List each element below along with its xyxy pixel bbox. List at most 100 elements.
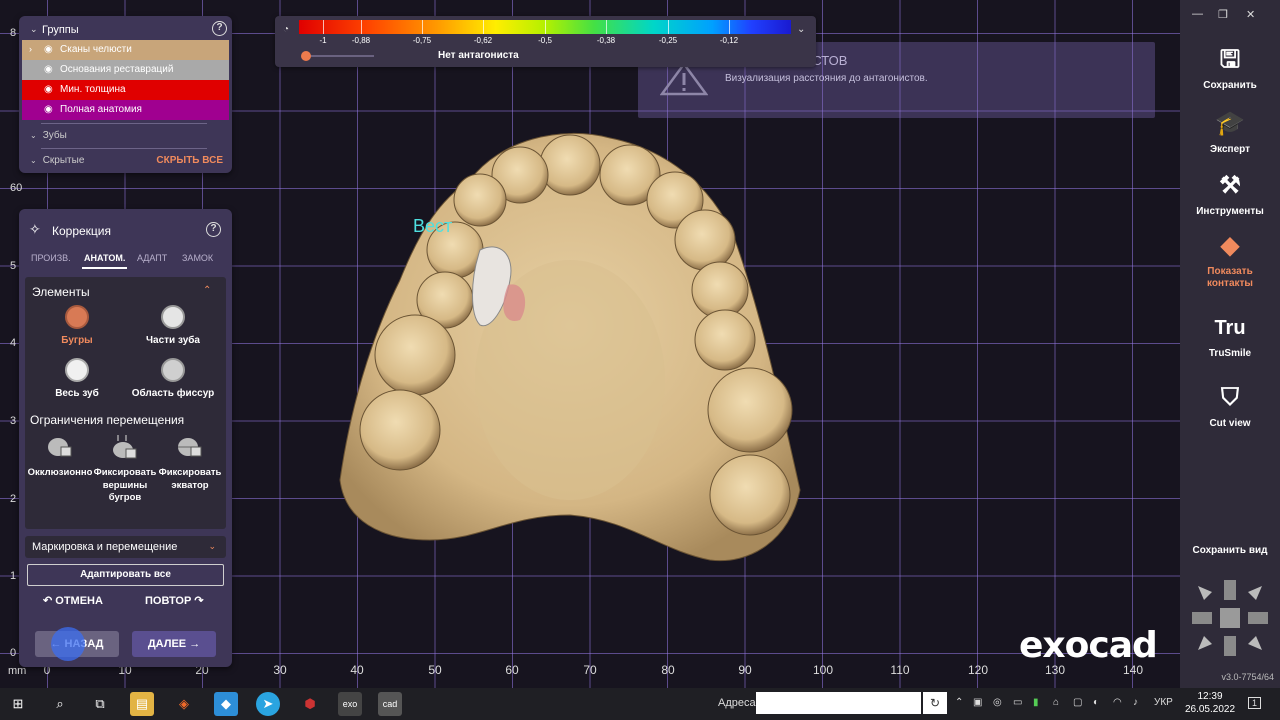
task-view-icon[interactable]: ⧉ bbox=[88, 692, 112, 716]
eye-icon[interactable]: ◉ bbox=[44, 84, 53, 95]
redo-button[interactable]: ПОВТОР ↷ bbox=[145, 594, 204, 607]
element-tooth-parts[interactable]: Части зуба bbox=[128, 305, 218, 346]
cusp-tips-lock-icon bbox=[112, 435, 138, 459]
windows-start-icon[interactable]: ⊞ bbox=[6, 692, 30, 716]
wifi-icon[interactable]: ◠ bbox=[1113, 697, 1122, 708]
tab-adapt[interactable]: АДАПТ bbox=[137, 253, 167, 263]
save-label: Сохранить bbox=[1203, 80, 1257, 91]
cut-view-button[interactable]: ⛉ Cut view bbox=[1180, 384, 1280, 429]
eye-icon[interactable]: ◉ bbox=[44, 64, 53, 75]
groups-panel: ⌄ Группы ? › ◉ Сканы челюсти ◉ Основания… bbox=[19, 16, 232, 173]
marking-section[interactable]: Маркировка и перемещение ⌄ bbox=[25, 536, 226, 558]
language-indicator[interactable]: УКР bbox=[1154, 697, 1173, 708]
tray-icon[interactable]: ◎ bbox=[993, 697, 1002, 708]
constraint-fix-cusp-tips[interactable]: Фиксировать вершины бугров bbox=[92, 435, 158, 505]
hide-all-button[interactable]: СКРЫТЬ ВСЕ bbox=[156, 155, 223, 166]
tab-lock[interactable]: ЗАМОК bbox=[182, 253, 213, 263]
group-item-jaw-scans[interactable]: › ◉ Сканы челюсти bbox=[22, 40, 229, 60]
restore-icon[interactable]: ❐ bbox=[1218, 8, 1228, 21]
undo-label: ОТМЕНА bbox=[55, 595, 103, 607]
chevron-down-icon[interactable]: ⌄ bbox=[797, 24, 805, 35]
elements-section: Элементы ⌃ Бугры Части зуба Весь зуб Обл… bbox=[25, 277, 226, 529]
ruler-label: 100 bbox=[812, 663, 834, 677]
group-hidden[interactable]: ⌄ Скрытые bbox=[30, 155, 84, 166]
correction-title: Коррекция bbox=[52, 224, 112, 238]
chevron-up-icon[interactable]: ⌃ bbox=[203, 285, 211, 296]
version-label: v3.0-7754/64 bbox=[1221, 672, 1274, 682]
tab-anatomy[interactable]: АНАТОМ. bbox=[81, 253, 128, 269]
cut-view-label: Cut view bbox=[1209, 418, 1251, 429]
jaw-scan-model[interactable] bbox=[330, 120, 810, 580]
app-icon[interactable]: ⬢ bbox=[298, 692, 322, 716]
address-input[interactable] bbox=[756, 692, 921, 714]
help-icon[interactable]: ? bbox=[212, 21, 227, 36]
tab-production[interactable]: ПРОИЗВ. bbox=[31, 253, 71, 263]
chevron-down-icon: ⌄ bbox=[30, 156, 37, 165]
group-label: Сканы челюсти bbox=[60, 44, 132, 55]
clock[interactable]: 12:39 26.05.2022 bbox=[1180, 690, 1240, 716]
ruler-label: 8 bbox=[10, 27, 17, 39]
brave-browser-icon[interactable]: ◈ bbox=[172, 692, 196, 716]
element-cusps[interactable]: Бугры bbox=[32, 305, 122, 346]
cusps-icon bbox=[65, 305, 89, 329]
help-icon[interactable]: ? bbox=[206, 222, 221, 237]
scale-slider-handle[interactable] bbox=[301, 51, 311, 61]
groups-header[interactable]: ⌄ Группы ? bbox=[19, 16, 232, 42]
undo-button[interactable]: ↶ ОТМЕНА bbox=[43, 594, 103, 607]
close-icon[interactable]: ✕ bbox=[1246, 8, 1255, 21]
gauge-icon[interactable]: ◔ bbox=[283, 24, 289, 35]
constraint-label: Фиксировать вершины бугров bbox=[93, 467, 157, 503]
ruler-label: 5 bbox=[10, 260, 17, 272]
eye-icon[interactable]: ◉ bbox=[44, 104, 53, 115]
chevron-up-icon[interactable]: ⌃ bbox=[955, 697, 963, 708]
expert-button[interactable]: 🎓 Эксперт bbox=[1180, 110, 1280, 155]
eye-icon[interactable]: ◉ bbox=[44, 44, 53, 55]
ruler-label: 50 bbox=[428, 663, 442, 677]
constraint-occlusal[interactable]: Окклюзионно bbox=[27, 435, 93, 480]
save-button[interactable]: 🖫 Сохранить bbox=[1180, 46, 1280, 91]
trusmile-icon: Tru bbox=[1214, 317, 1246, 339]
group-teeth[interactable]: ⌄ Зубы bbox=[30, 130, 67, 141]
tray-icon[interactable]: ▣ bbox=[973, 697, 982, 708]
ruler-label: 2 bbox=[10, 493, 17, 505]
constraint-fix-equator[interactable]: Фиксировать экватор bbox=[157, 435, 223, 492]
ruler-label: 90 bbox=[738, 663, 752, 677]
correction-panel: ✧ Коррекция ? ПРОИЗВ. АНАТОМ. АДАПТ ЗАМО… bbox=[19, 209, 232, 667]
group-label: Полная анатомия bbox=[60, 104, 142, 115]
trusmile-button[interactable]: Tru TruSmile bbox=[1180, 314, 1280, 359]
file-explorer-icon[interactable]: ▤ bbox=[130, 692, 154, 716]
volume-icon[interactable]: ♪ bbox=[1133, 697, 1138, 708]
teamviewer-icon[interactable]: ◆ bbox=[214, 692, 238, 716]
scale-slider-track[interactable] bbox=[304, 55, 374, 57]
show-contacts-button[interactable]: ◆ Показать контакты bbox=[1180, 232, 1280, 290]
tray-icon[interactable]: ▭ bbox=[1013, 697, 1022, 708]
group-item-restoration-bases[interactable]: ◉ Основания реставраций bbox=[22, 60, 229, 80]
group-item-min-thickness[interactable]: ◉ Мин. толщина bbox=[22, 80, 229, 100]
cad-taskbar-icon[interactable]: cad bbox=[378, 692, 402, 716]
chevron-right-icon[interactable]: › bbox=[29, 44, 32, 54]
refresh-icon[interactable]: ↻ bbox=[923, 692, 947, 714]
telegram-icon[interactable]: ➤ bbox=[256, 692, 280, 716]
search-icon[interactable]: ⌕ bbox=[48, 692, 72, 716]
group-item-full-anatomy[interactable]: ◉ Полная анатомия bbox=[22, 100, 229, 120]
magic-wand-icon: ✧ bbox=[29, 221, 41, 237]
network-icon[interactable]: ⌂ bbox=[1053, 697, 1059, 708]
notifications-badge[interactable]: 1 bbox=[1248, 697, 1262, 709]
groups-title: Группы bbox=[42, 24, 79, 36]
equator-lock-icon bbox=[177, 435, 203, 459]
view-navigation-cube[interactable] bbox=[1190, 578, 1270, 658]
save-view-button[interactable]: Сохранить вид bbox=[1180, 545, 1280, 556]
adapt-all-button[interactable]: Адаптировать все bbox=[27, 564, 224, 586]
chat-icon[interactable]: ▢ bbox=[1073, 697, 1082, 708]
next-button[interactable]: ДАЛЕЕ → bbox=[132, 631, 216, 657]
exocad-taskbar-icon[interactable]: exo bbox=[338, 692, 362, 716]
tray-icon[interactable]: ◐ bbox=[1093, 697, 1099, 708]
element-fissure-area[interactable]: Область фиссур bbox=[128, 358, 218, 399]
chevron-down-icon[interactable]: ⌄ bbox=[208, 541, 216, 552]
element-whole-tooth[interactable]: Весь зуб bbox=[32, 358, 122, 399]
warning-text: Визуализация расстояния до антагонистов. bbox=[725, 73, 928, 84]
battery-icon[interactable]: ▮ bbox=[1033, 697, 1039, 708]
elements-header[interactable]: Элементы bbox=[32, 285, 90, 299]
minimize-icon[interactable]: — bbox=[1192, 8, 1203, 20]
tools-button[interactable]: ⚒ Инструменты bbox=[1180, 172, 1280, 217]
